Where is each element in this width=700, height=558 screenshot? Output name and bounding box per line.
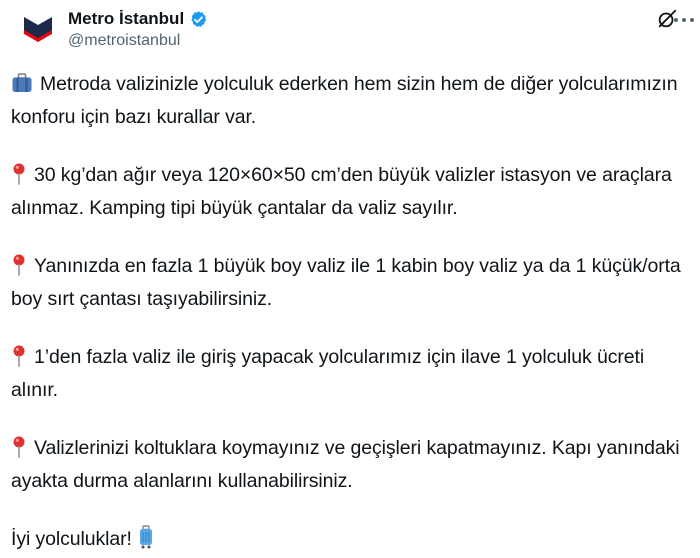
- rule-text: Valizlerinizi koltuklara koymayınız ve g…: [11, 437, 680, 492]
- tweet-closing-text: İyi yolculuklar!: [11, 528, 132, 550]
- verified-badge-icon: [191, 10, 207, 27]
- round-pushpin-icon: [11, 163, 27, 194]
- rule-text: 1’den fazla valiz ile giriş yapacak yolc…: [11, 346, 645, 401]
- more-options-icon[interactable]: [672, 14, 696, 26]
- rule-paragraph: Yanınızda en fazla 1 büyük boy valiz ile…: [11, 252, 683, 314]
- rule-paragraph: 1’den fazla valiz ile giriş yapacak yolc…: [11, 343, 683, 405]
- tweet-intro-text: Metroda valizinizle yolculuk ederken hem…: [11, 73, 678, 128]
- tweet-body: Metroda valizinizle yolculuk ederken hem…: [11, 70, 683, 558]
- account-handle[interactable]: @metroistanbul: [68, 32, 180, 50]
- account-name-row: Metro İstanbul: [68, 9, 208, 29]
- account-name[interactable]: Metro İstanbul: [68, 9, 184, 29]
- metro-istanbul-logo-icon: [18, 8, 58, 48]
- rule-text: 30 kg’dan ağır veya 120×60×50 cm’den büy…: [11, 164, 672, 219]
- rule-paragraph: 30 kg’dan ağır veya 120×60×50 cm’den büy…: [11, 161, 683, 223]
- luggage-icon: [11, 72, 33, 103]
- rolling-suitcase-icon: [138, 525, 154, 558]
- tweet-closing-paragraph: İyi yolculuklar!: [11, 525, 683, 558]
- avatar[interactable]: [18, 8, 58, 48]
- round-pushpin-icon: [11, 436, 27, 467]
- round-pushpin-icon: [11, 345, 27, 376]
- tweet-intro-paragraph: Metroda valizinizle yolculuk ederken hem…: [11, 70, 683, 132]
- tweet-header: Metro İstanbul @metroistanbul: [18, 8, 694, 60]
- rule-paragraph: Valizlerinizi koltuklara koymayınız ve g…: [11, 434, 683, 496]
- round-pushpin-icon: [11, 254, 27, 285]
- rule-text: Yanınızda en fazla 1 büyük boy valiz ile…: [11, 255, 681, 310]
